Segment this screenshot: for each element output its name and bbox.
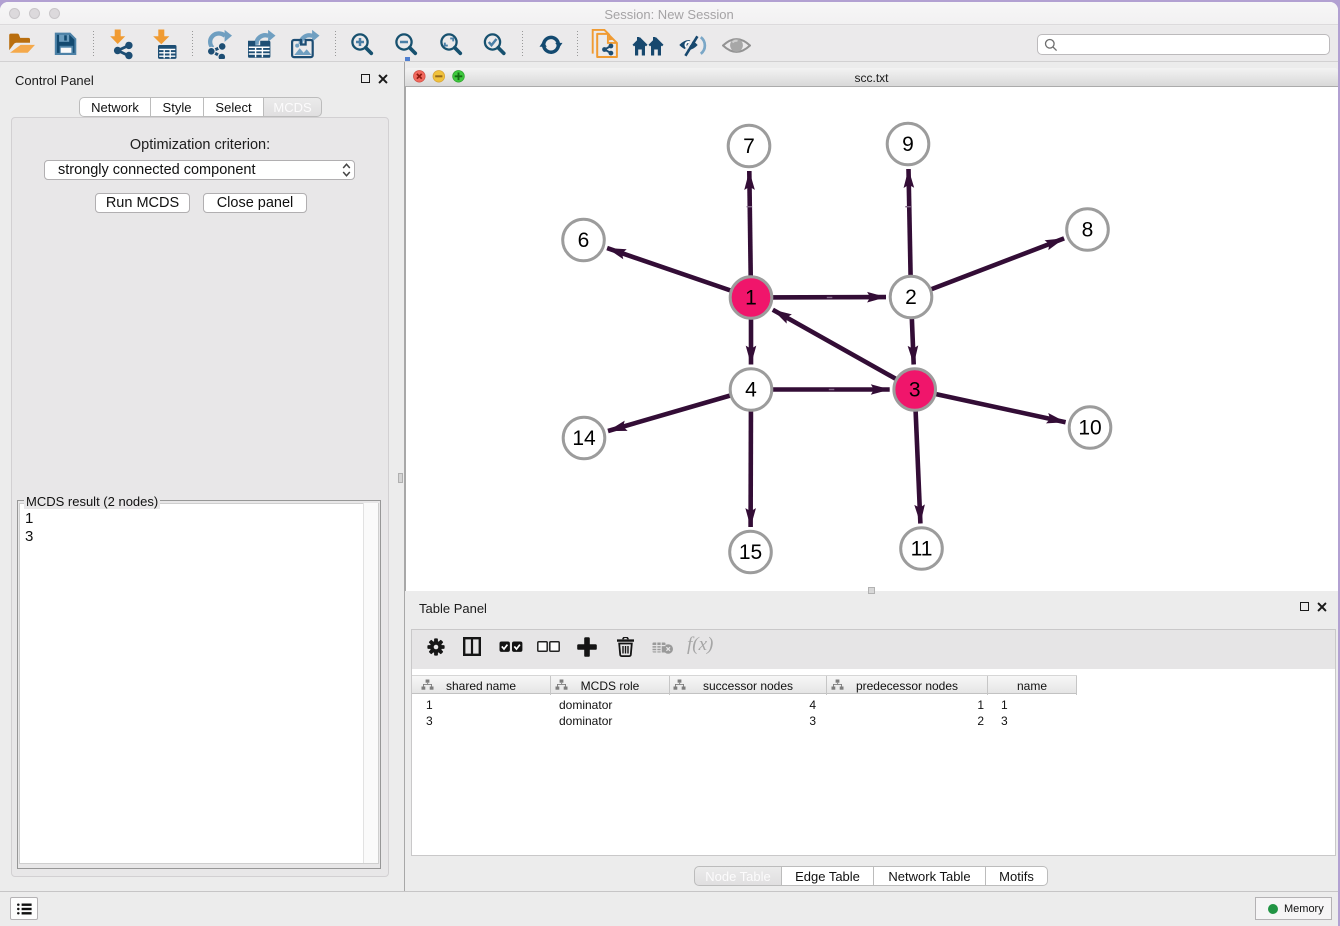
svg-text:8: 8 [1082, 219, 1094, 242]
svg-text:9: 9 [902, 133, 914, 156]
svg-text:3: 3 [909, 379, 921, 402]
svg-text:7: 7 [743, 135, 755, 158]
svg-text:1: 1 [745, 287, 757, 310]
svg-text:2: 2 [905, 286, 917, 309]
svg-text:6: 6 [578, 229, 590, 252]
svg-text:14: 14 [572, 427, 596, 450]
svg-text:4: 4 [745, 379, 757, 402]
svg-text:11: 11 [911, 538, 933, 561]
svg-text:10: 10 [1078, 417, 1101, 440]
svg-text:15: 15 [739, 541, 762, 564]
